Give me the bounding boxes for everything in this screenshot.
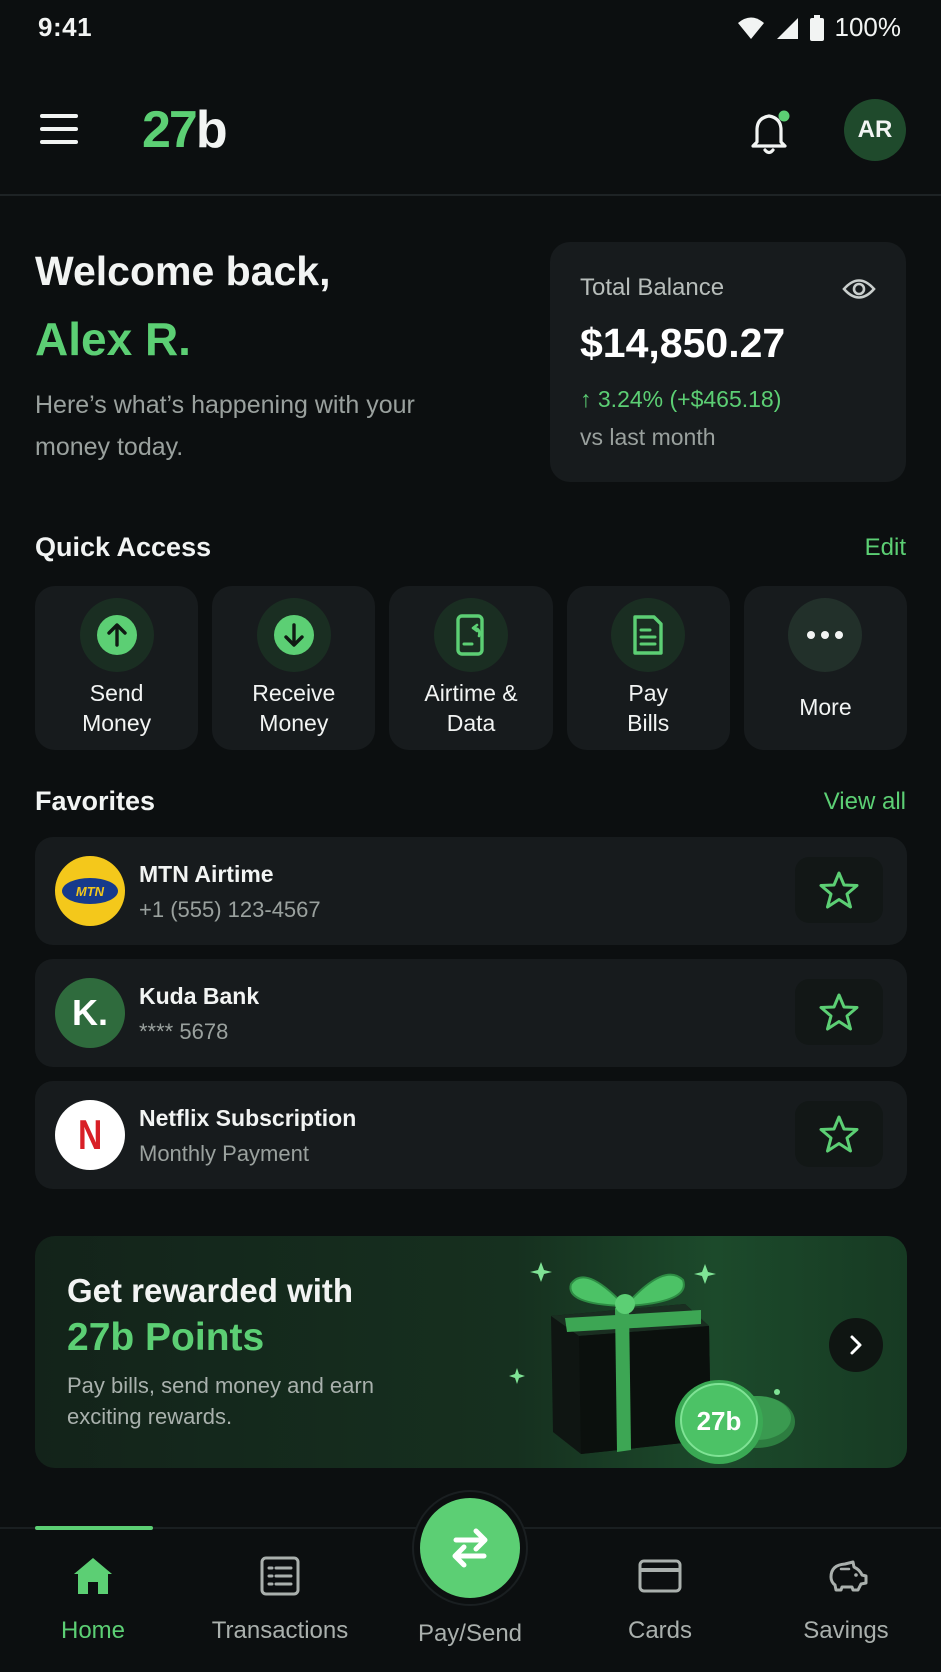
star-icon [819,871,859,909]
notifications-button[interactable] [748,108,794,156]
favorite-star-button[interactable] [795,979,883,1045]
star-icon [819,993,859,1031]
swap-arrows-icon [452,1528,488,1568]
app-logo: 27b [142,101,228,159]
battery-icon [809,14,824,41]
welcome-subtitle: Here’s what’s happening with your money … [35,391,415,461]
nav-label: Savings [803,1617,889,1644]
promo-subtitle: Pay bills, send money and earn exciting … [67,1373,374,1429]
favorites-title: Favorites [35,786,156,816]
quick-access-more[interactable]: More [743,586,908,750]
favorite-mtn-airtime[interactable]: MTN MTN Airtime +1 (555) 123-4567 [35,837,907,945]
quick-access-label: Send Money [82,680,152,736]
home-icon [74,1558,112,1594]
chevron-right-icon [850,1335,862,1355]
favorite-star-button[interactable] [795,1101,883,1167]
nav-label: Home [60,1617,126,1644]
status-time: 9:41 [38,12,93,42]
eye-icon [842,279,876,299]
promo-arrow-button[interactable] [829,1318,883,1372]
piggy-bank-icon [829,1560,868,1592]
quick-access-receive-money[interactable]: Receive Money [212,586,376,750]
gift-illustration: 27b [509,1262,795,1464]
balance-card: Total Balance $14,850.27 ↑ 3.24% (+$465.… [550,242,906,482]
promo-title: Get rewarded with [67,1272,354,1309]
pay-send-button[interactable] [414,1492,526,1604]
kuda-logo: K. [55,978,125,1048]
favorite-name: Kuda Bank [139,983,260,1009]
favorite-name: MTN Airtime [139,861,274,887]
quick-access-label: More [799,694,852,720]
wifi-icon [737,17,764,39]
quick-access-airtime-data[interactable]: Airtime & Data [389,586,553,750]
favorite-detail: Monthly Payment [139,1141,309,1166]
favorites-view-all-link[interactable]: View all [824,788,906,816]
quick-access-title: Quick Access [35,532,212,562]
status-indicators: 100% [737,12,902,43]
nav-cards[interactable]: Cards [570,1553,750,1645]
favorites-list: MTN MTN Airtime +1 (555) 123-4567 K. Kud… [35,837,907,1189]
phone-icon [456,614,484,656]
quick-access-label: Airtime & Data [424,680,518,736]
star-icon [819,1115,859,1153]
quick-access-row: Send Money Receive Money Airtime & Data [35,586,908,750]
toggle-balance-visibility[interactable] [842,276,876,302]
favorite-kuda-bank[interactable]: K. Kuda Bank **** 5678 [35,959,907,1067]
netflix-logo: N [55,1100,125,1170]
nav-label: Cards [627,1617,693,1644]
quick-access-label: Pay Bills [627,680,670,736]
balance-change: ↑ 3.24% (+$465.18) [580,386,782,412]
balance-period: vs last month [580,424,716,450]
favorite-name: Netflix Subscription [139,1105,357,1131]
header-divider [0,194,941,196]
nav-active-indicator [35,1526,153,1530]
signal-icon [776,17,798,39]
nav-label: Transactions [211,1617,349,1644]
balance-amount: $14,850.27 [580,320,786,366]
balance-label: Total Balance [580,274,725,301]
bill-icon [633,615,663,655]
promo-highlight: 27b Points [67,1316,265,1359]
quick-access-send-money[interactable]: Send Money [35,586,199,750]
favorite-detail: +1 (555) 123-4567 [139,897,321,922]
battery-percent: 100% [834,12,902,42]
welcome-name: Alex R. [35,313,191,365]
menu-button[interactable] [40,114,78,144]
avatar[interactable]: AR [844,99,906,161]
arrow-down-icon [273,615,314,655]
menu-icon [40,114,78,118]
coin-text: 27b [697,1406,742,1436]
arrow-up-icon [96,615,137,655]
card-icon [638,1559,682,1593]
nav-savings[interactable]: Savings [756,1553,936,1645]
quick-access-label: Receive Money [252,680,336,736]
favorite-netflix[interactable]: N Netflix Subscription Monthly Payment [35,1081,907,1189]
list-icon [260,1556,300,1596]
nav-transactions[interactable]: Transactions [190,1553,370,1645]
favorite-star-button[interactable] [795,857,883,923]
mtn-logo: MTN [55,856,125,926]
bell-icon [751,110,790,155]
welcome-greeting: Welcome back, [35,248,331,294]
more-icon [807,631,844,639]
quick-access-edit-link[interactable]: Edit [865,534,906,562]
pay-send-label: Pay/Send [417,1620,523,1647]
nav-home[interactable]: Home [3,1553,183,1645]
quick-access-pay-bills[interactable]: Pay Bills [566,586,730,750]
favorite-detail: **** 5678 [139,1019,229,1044]
rewards-promo-banner[interactable]: Get rewarded with 27b Points Pay bills, … [35,1236,907,1468]
